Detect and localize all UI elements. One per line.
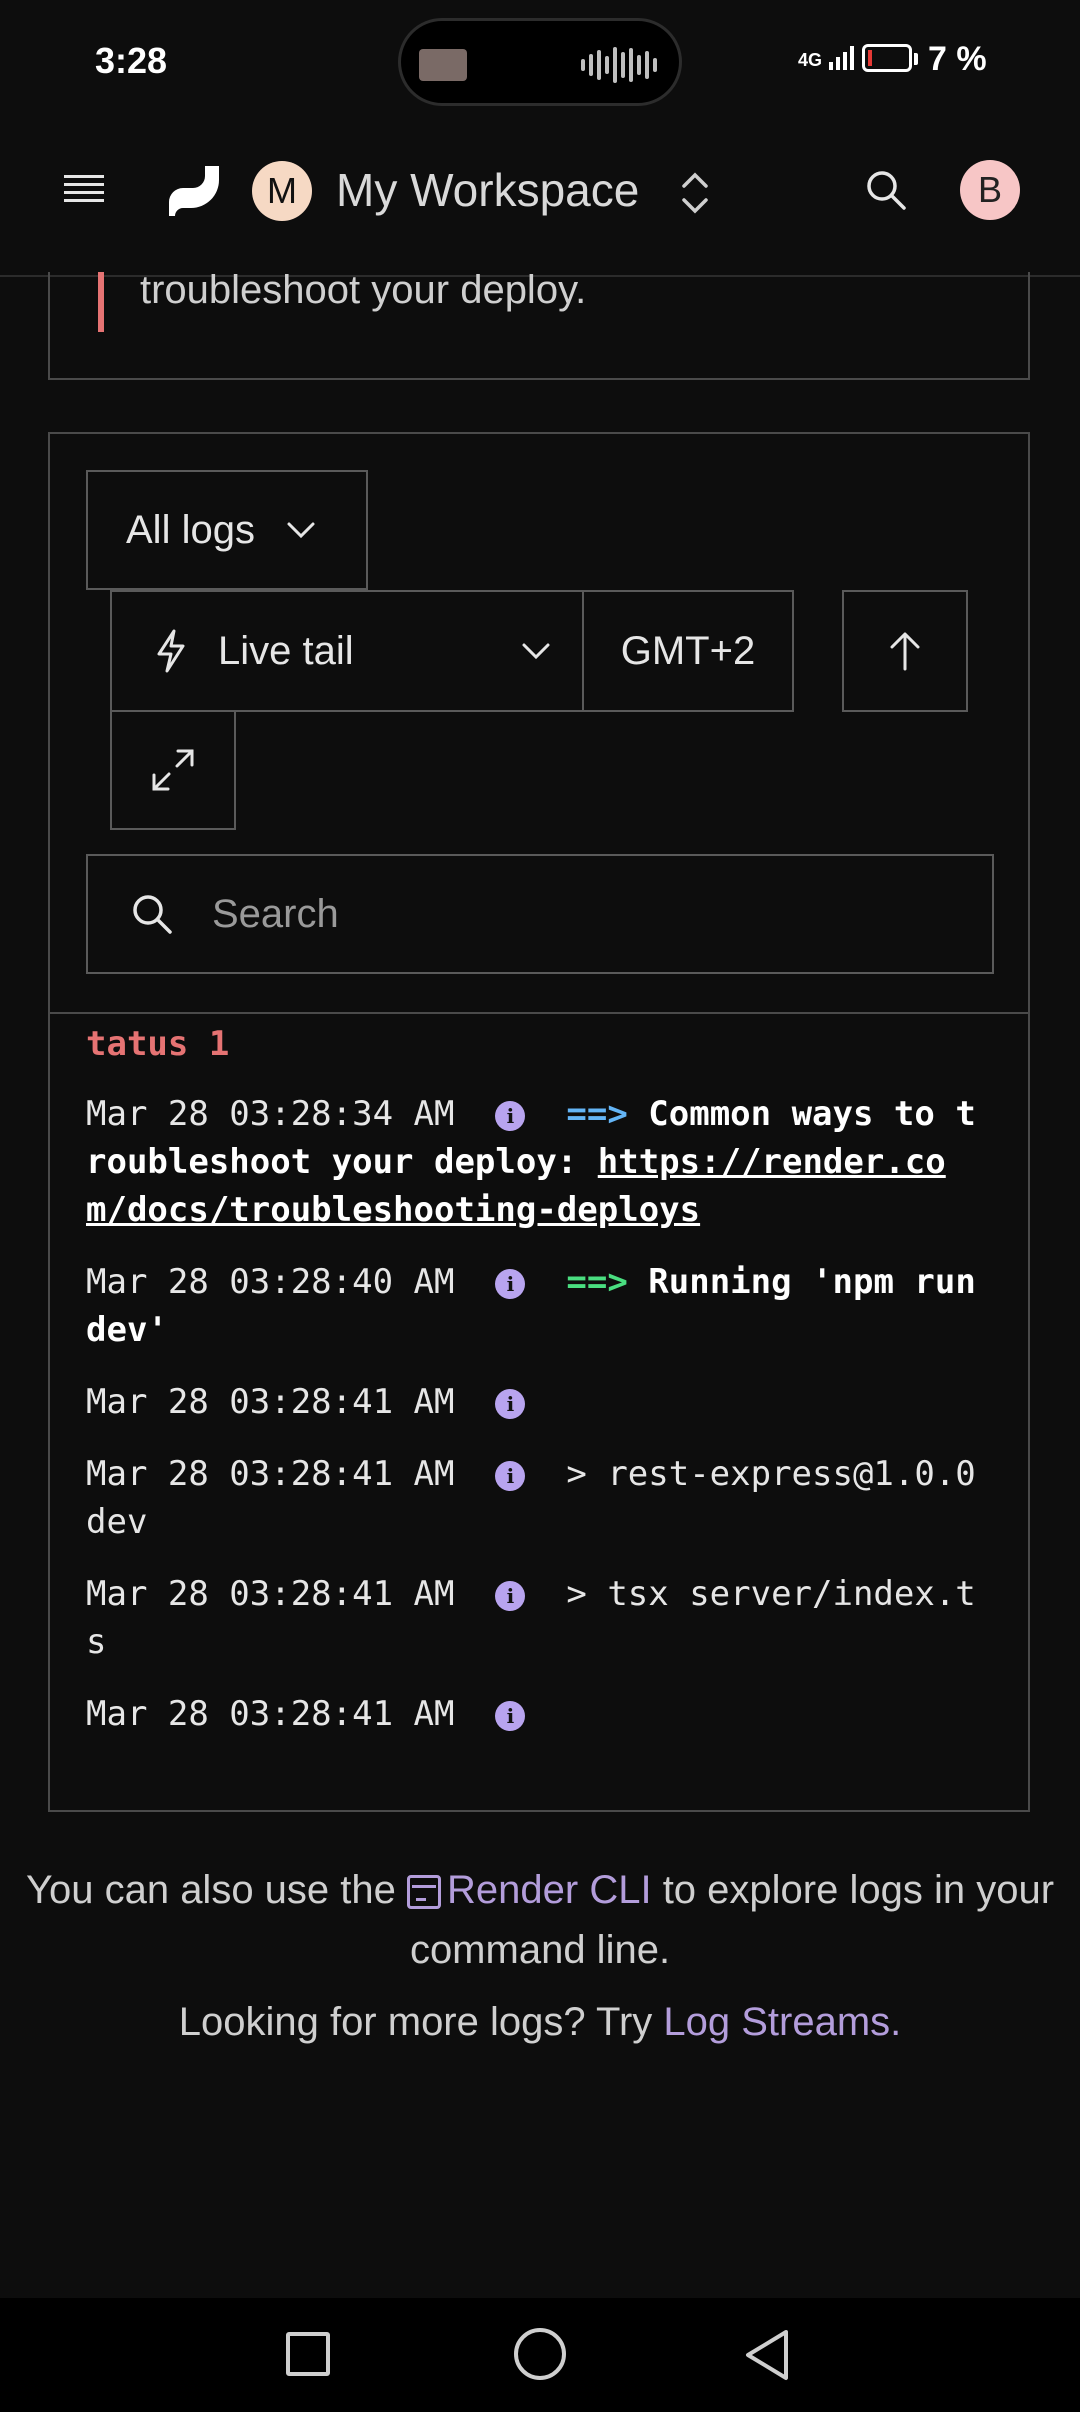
battery-icon (862, 44, 912, 72)
info-icon: i (495, 1581, 526, 1611)
cli-hint: You can also use the Render CLI to explo… (25, 1868, 1055, 1972)
audio-wave-icon (581, 45, 657, 85)
workspace-name[interactable]: My Workspace (336, 163, 639, 217)
workspace-avatar[interactable]: M (252, 161, 312, 221)
info-icon: i (495, 1269, 526, 1299)
log-timestamp: Mar 28 03:28:34 AM (86, 1094, 455, 1134)
media-thumbnail-icon (419, 49, 467, 81)
log-timestamp: Mar 28 03:28:41 AM (86, 1454, 455, 1494)
search-icon (133, 895, 172, 934)
log-streams-link[interactable]: Log Streams. (663, 2000, 901, 2044)
log-entry: Mar 28 03:28:41 AM i > rest-express@1.0.… (86, 1450, 986, 1546)
home-icon[interactable] (514, 2328, 566, 2380)
scroll-to-top-button[interactable] (842, 590, 968, 712)
log-output: tatus 1 Mar 28 03:28:34 AM i ==> Common … (86, 1020, 986, 1762)
log-arrow: ==> (566, 1094, 628, 1134)
log-filter-dropdown[interactable]: All logs (86, 470, 368, 590)
arrow-up-icon (890, 632, 920, 671)
battery-percent: 7 % (928, 40, 987, 78)
status-time: 3:28 (95, 40, 168, 81)
dynamic-island (398, 18, 682, 106)
chevron-down-icon (522, 643, 550, 660)
timezone-label: GMT+2 (620, 628, 756, 673)
log-timestamp: Mar 28 03:28:40 AM (86, 1262, 455, 1302)
render-cli-link[interactable]: Render CLI (407, 1868, 652, 1912)
log-streams-hint: Looking for more logs? Try Log Streams. (178, 2000, 902, 2044)
log-search-field[interactable] (86, 854, 994, 974)
menu-icon[interactable] (64, 175, 104, 209)
log-timestamp: Mar 28 03:28:41 AM (86, 1694, 455, 1734)
log-timestamp: Mar 28 03:28:41 AM (86, 1382, 455, 1422)
info-icon: i (495, 1701, 526, 1731)
terminal-icon (407, 1875, 442, 1909)
log-entry: Mar 28 03:28:34 AM i ==> Common ways to … (86, 1090, 986, 1234)
log-entry: Mar 28 03:28:41 AM i (86, 1690, 986, 1738)
battery-tip (914, 53, 918, 65)
lightning-icon (157, 629, 185, 673)
log-filter-label: All logs (126, 507, 255, 552)
info-icon: i (495, 1101, 526, 1131)
log-entry: Mar 28 03:28:41 AM i > tsx server/index.… (86, 1570, 986, 1666)
info-icon: i (495, 1389, 526, 1419)
timezone-button[interactable]: GMT+2 (582, 590, 794, 712)
logs-divider (48, 1012, 1030, 1014)
search-input[interactable] (210, 890, 914, 938)
workspace-switcher-icon[interactable] (678, 168, 712, 218)
live-tail-label: Live tail (218, 628, 354, 673)
expand-icon (152, 749, 194, 791)
callout-text: troubleshoot your deploy. (140, 268, 587, 312)
user-avatar[interactable]: B (960, 160, 1020, 220)
log-entry: Mar 28 03:28:40 AM i ==> Running 'npm ru… (86, 1258, 986, 1354)
signal-icon: 4G (798, 44, 857, 72)
back-icon[interactable] (742, 2328, 792, 2382)
fullscreen-button[interactable] (110, 710, 236, 830)
log-partial-line: tatus 1 (86, 1024, 230, 1064)
log-entry: Mar 28 03:28:41 AM i (86, 1378, 986, 1426)
render-logo-icon[interactable] (165, 162, 223, 220)
chevron-down-icon (287, 522, 315, 539)
live-tail-dropdown[interactable]: Live tail (110, 590, 584, 712)
info-icon: i (495, 1461, 526, 1491)
log-timestamp: Mar 28 03:28:41 AM (86, 1574, 455, 1614)
recent-apps-icon[interactable] (286, 2332, 330, 2376)
search-icon[interactable] (862, 166, 910, 214)
log-arrow: ==> (566, 1262, 628, 1302)
